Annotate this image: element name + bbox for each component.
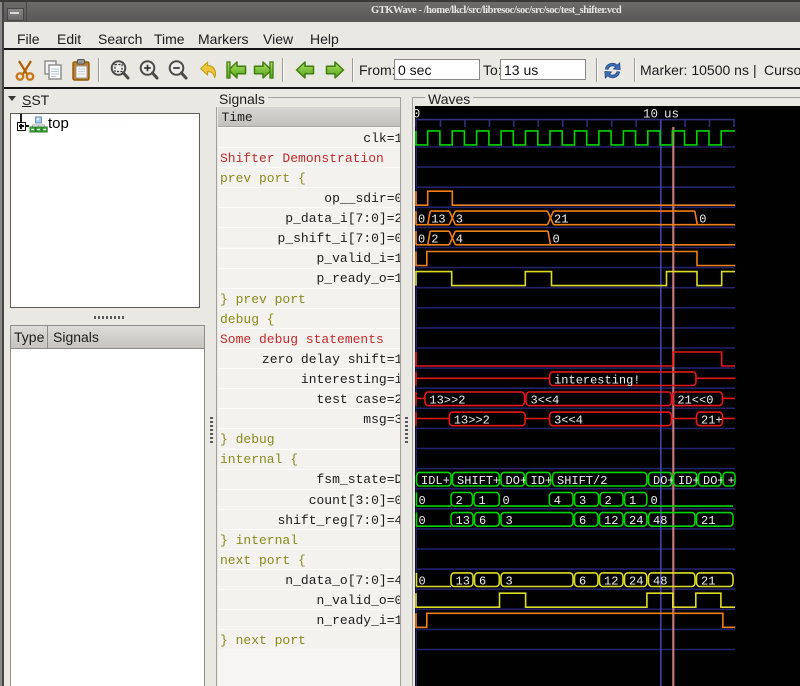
svg-text:0: 0 xyxy=(502,494,509,508)
svg-text:0: 0 xyxy=(415,108,420,122)
svg-text:13: 13 xyxy=(455,574,469,588)
svg-text:13>>2: 13>>2 xyxy=(429,394,465,408)
svg-text:21: 21 xyxy=(554,213,568,227)
svg-text:21: 21 xyxy=(701,514,715,528)
svg-text:DO+: DO+ xyxy=(653,474,675,488)
svg-text:1: 1 xyxy=(478,494,485,508)
svg-text:48: 48 xyxy=(653,514,667,528)
svg-text:0: 0 xyxy=(418,514,425,528)
svg-text:SHIFT/2: SHIFT/2 xyxy=(557,474,607,488)
svg-text:us: us xyxy=(664,108,679,122)
svg-text:3<<4: 3<<4 xyxy=(554,414,583,428)
svg-text:3: 3 xyxy=(455,213,462,227)
svg-text:4: 4 xyxy=(455,233,462,247)
svg-text:21<<0: 21<<0 xyxy=(677,394,713,408)
svg-text:6: 6 xyxy=(579,574,586,588)
svg-text:3: 3 xyxy=(505,574,512,588)
svg-text:10: 10 xyxy=(642,108,657,122)
svg-text:DO+: DO+ xyxy=(505,474,527,488)
svg-text:0: 0 xyxy=(418,213,425,227)
svg-text:3<<4: 3<<4 xyxy=(530,394,559,408)
svg-text:24: 24 xyxy=(629,514,643,528)
svg-text:2: 2 xyxy=(604,494,611,508)
svg-text:4: 4 xyxy=(553,494,560,508)
svg-text:0: 0 xyxy=(650,494,657,508)
svg-text:0: 0 xyxy=(418,494,425,508)
svg-text:3: 3 xyxy=(579,494,586,508)
svg-text:3: 3 xyxy=(505,514,512,528)
svg-text:ID+: ID+ xyxy=(530,474,552,488)
svg-text:2: 2 xyxy=(455,494,462,508)
svg-text:0: 0 xyxy=(418,233,425,247)
svg-text:13>>2: 13>>2 xyxy=(453,414,489,428)
svg-text:SHIFT+: SHIFT+ xyxy=(457,474,500,488)
svg-text:12: 12 xyxy=(604,574,618,588)
svg-text:13: 13 xyxy=(455,514,469,528)
svg-text:6: 6 xyxy=(579,514,586,528)
svg-text:ID+: ID+ xyxy=(678,474,700,488)
svg-text:6: 6 xyxy=(479,514,486,528)
svg-text:0: 0 xyxy=(552,233,559,247)
svg-text:2: 2 xyxy=(431,233,438,247)
svg-text:DO+: DO+ xyxy=(703,474,725,488)
svg-text:21: 21 xyxy=(701,574,715,588)
svg-text:0: 0 xyxy=(699,213,706,227)
svg-text:6: 6 xyxy=(479,574,486,588)
svg-text:48: 48 xyxy=(653,574,667,588)
svg-text:24: 24 xyxy=(629,574,643,588)
svg-text:1: 1 xyxy=(629,494,636,508)
svg-text:12: 12 xyxy=(604,514,618,528)
svg-text:13: 13 xyxy=(431,213,445,227)
svg-text:21+: 21+ xyxy=(701,414,723,428)
svg-text:interesting!: interesting! xyxy=(554,373,640,387)
svg-text:0: 0 xyxy=(418,574,425,588)
svg-text:IDL+: IDL+ xyxy=(421,474,450,488)
svg-text:+: + xyxy=(727,474,734,488)
